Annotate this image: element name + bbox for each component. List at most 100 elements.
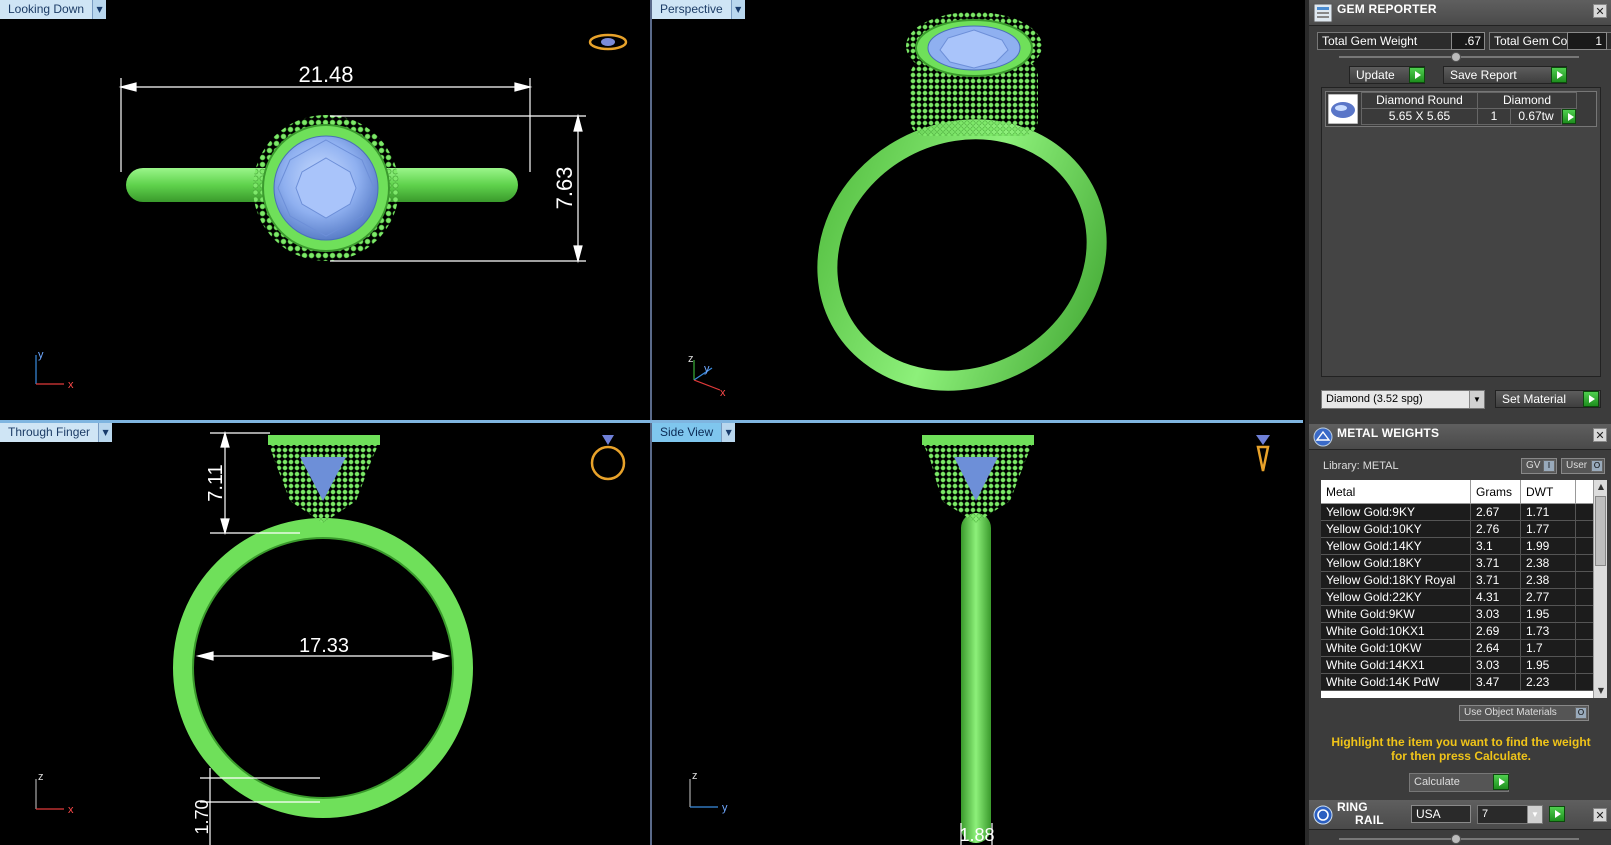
metal-table[interactable]: Metal Grams DWT Yellow Gold:9KY 2.67 1.71 Y…	[1321, 480, 1593, 698]
chevron-down-icon[interactable]: ▼	[721, 423, 736, 442]
viewport-side-view[interactable]: Side View ▼ 1.88 z y	[652, 423, 1303, 845]
metal-dwt: 2.77	[1521, 589, 1576, 605]
viewport-title: Through Finger	[0, 423, 99, 442]
svg-text:x: x	[68, 379, 74, 391]
close-icon[interactable]: ✕	[1593, 428, 1607, 442]
gv-label: GV	[1526, 460, 1541, 471]
toggle-knob-icon: I	[1543, 460, 1555, 472]
view-cube-icon	[588, 33, 628, 51]
chevron-down-icon[interactable]: ▼	[1527, 806, 1542, 823]
metal-grams: 2.69	[1471, 623, 1521, 639]
metal-name: Yellow Gold:10KY	[1321, 521, 1471, 537]
svg-text:y: y	[722, 802, 728, 814]
ring-rail-slider[interactable]	[1339, 834, 1579, 844]
gem-list-item[interactable]: Diamond Round Diamond 5.65 X 5.65 1 0.67…	[1325, 91, 1597, 127]
calculate-go-icon[interactable]	[1493, 774, 1509, 790]
viewport-label-through-finger[interactable]: Through Finger ▼	[0, 423, 113, 442]
table-row[interactable]: White Gold:14K PdW 3.47 2.23	[1321, 674, 1593, 691]
material-dropdown[interactable]: Diamond (3.52 spg) ▼	[1321, 390, 1485, 409]
table-row[interactable]: White Gold:9KW 3.03 1.95	[1321, 606, 1593, 623]
chevron-down-icon[interactable]: ▼	[92, 0, 107, 19]
table-row[interactable]: White Gold:10KX1 2.69 1.73	[1321, 623, 1593, 640]
axis-indicator: z y	[689, 770, 728, 814]
metal-dwt: 1.95	[1521, 657, 1576, 673]
use-object-materials-toggle[interactable]: Use Object Materials O	[1459, 705, 1589, 721]
metal-name: Yellow Gold:22KY	[1321, 589, 1471, 605]
ring-rail-header: RING RAIL USA 7 ▼ ✕	[1309, 800, 1611, 830]
metal-grams: 3.71	[1471, 572, 1521, 588]
svg-text:x: x	[68, 804, 74, 816]
dimension-inner-diameter: 17.33	[299, 635, 349, 657]
table-row[interactable]: Yellow Gold:14KY 3.1 1.99	[1321, 538, 1593, 555]
chevron-down-icon[interactable]: ▼	[98, 423, 113, 442]
close-icon[interactable]: ✕	[1593, 808, 1607, 822]
scale-icon	[1313, 427, 1333, 447]
table-row[interactable]: Yellow Gold:18KY 3.71 2.38	[1321, 555, 1593, 572]
ring-rail-go-icon[interactable]	[1549, 806, 1565, 822]
update-go-icon[interactable]	[1409, 67, 1425, 83]
scroll-up-icon[interactable]: ▲	[1594, 480, 1608, 494]
use-object-materials-label: Use Object Materials	[1464, 707, 1557, 718]
metal-name: Yellow Gold:9KY	[1321, 504, 1471, 520]
ring-size-value: 7	[1482, 808, 1489, 820]
metal-grams: 3.1	[1471, 538, 1521, 554]
viewport-label-looking-down[interactable]: Looking Down ▼	[0, 0, 107, 19]
svg-text:z: z	[688, 353, 694, 365]
metal-weights-header: METAL WEIGHTS ✕	[1309, 424, 1611, 450]
metal-dwt: 2.38	[1521, 555, 1576, 571]
metal-table-scrollbar[interactable]: ▲ ▼	[1593, 480, 1607, 698]
ring-band	[173, 518, 473, 818]
metal-dwt: 1.99	[1521, 538, 1576, 554]
app-window: Looking Down ▼ 21.48 7.63 y x Perspectiv…	[0, 0, 1611, 845]
ring-rail-region[interactable]: USA	[1411, 805, 1471, 823]
chevron-down-icon[interactable]: ▼	[1469, 391, 1484, 408]
table-row[interactable]: White Gold:14KX1 3.03 1.95	[1321, 657, 1593, 674]
side-view-scene: 1.88 z y	[689, 435, 1270, 845]
table-row[interactable]: Yellow Gold:18KY Royal 3.71 2.38	[1321, 572, 1593, 589]
svg-text:y: y	[38, 349, 44, 361]
viewport-title: Side View	[652, 423, 722, 442]
viewport-looking-down[interactable]: Looking Down ▼ 21.48 7.63 y x	[0, 0, 650, 420]
ring-size-dropdown[interactable]: 7 ▼	[1477, 805, 1543, 824]
gv-toggle[interactable]: GV I	[1521, 458, 1557, 474]
table-row[interactable]: Yellow Gold:9KY 2.67 1.71	[1321, 504, 1593, 521]
save-report-go-icon[interactable]	[1551, 67, 1567, 83]
toggle-knob-icon: O	[1575, 707, 1587, 719]
gem-list[interactable]: Diamond Round Diamond 5.65 X 5.65 1 0.67…	[1321, 87, 1601, 377]
dimension-width: 21.48	[298, 62, 353, 87]
metal-name: White Gold:10KW	[1321, 640, 1471, 656]
column-header-grams[interactable]: Grams	[1471, 480, 1521, 503]
total-gem-weight-value: .67	[1451, 32, 1485, 50]
metal-grams: 3.47	[1471, 674, 1521, 690]
ring-rail-icon	[1313, 805, 1333, 825]
metal-grams: 2.76	[1471, 521, 1521, 537]
viewport-through-finger[interactable]: Through Finger ▼ 7.11 17.33 1.70 z x	[0, 423, 650, 845]
viewport-title: Perspective	[652, 0, 731, 19]
close-icon[interactable]: ✕	[1593, 4, 1607, 18]
ring-rail-title-line1: RING	[1337, 800, 1368, 814]
ring-rail-title: RING RAIL	[1337, 801, 1384, 827]
table-row[interactable]: Yellow Gold:10KY 2.76 1.77	[1321, 521, 1593, 538]
viewport-label-perspective[interactable]: Perspective ▼	[652, 0, 745, 19]
chevron-down-icon[interactable]: ▼	[730, 0, 745, 19]
viewport-perspective[interactable]: Perspective ▼ z y x	[652, 0, 1303, 420]
table-row[interactable]: Yellow Gold:22KY 4.31 2.77	[1321, 589, 1593, 606]
column-header-dwt[interactable]: DWT	[1521, 480, 1576, 503]
set-material-go-icon[interactable]	[1583, 391, 1599, 407]
column-header-metal[interactable]: Metal	[1321, 480, 1471, 503]
svg-text:z: z	[692, 770, 698, 782]
through-finger-scene: 7.11 17.33 1.70 z x	[35, 430, 626, 845]
gem-reporter-header: GEM REPORTER ✕	[1309, 0, 1611, 26]
viewport-label-side-view[interactable]: Side View ▼	[652, 423, 736, 442]
metal-dwt: 1.95	[1521, 606, 1576, 622]
table-row[interactable]: White Gold:10KW 2.64 1.7	[1321, 640, 1593, 657]
save-report-button[interactable]: Save Report	[1443, 66, 1567, 84]
gem-type: Diamond	[1477, 92, 1577, 109]
resize-gripper[interactable]	[1339, 52, 1579, 62]
gem-go-icon[interactable]	[1562, 109, 1576, 124]
scroll-thumb[interactable]	[1595, 496, 1606, 566]
scroll-down-icon[interactable]: ▼	[1594, 684, 1608, 698]
gem-size: 5.65 X 5.65	[1361, 108, 1478, 125]
user-toggle[interactable]: User O	[1561, 458, 1605, 474]
svg-text:x: x	[720, 387, 726, 399]
